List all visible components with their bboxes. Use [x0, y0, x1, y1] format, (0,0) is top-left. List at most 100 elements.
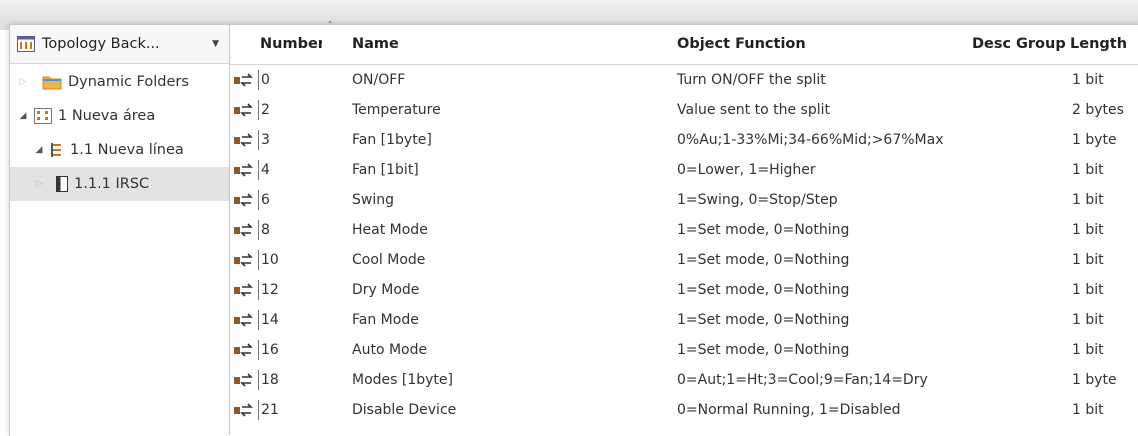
cell-name: Auto Mode — [352, 342, 428, 358]
tree-item-dynamic-folders[interactable]: ▷ Dynamic Folders — [10, 65, 229, 99]
group-objects-table: Number ˄ Name Object Function Descriptio… — [230, 21, 1138, 435]
cell-object-function: 1=Swing, 0=Stop/Step — [677, 192, 838, 208]
cell-length: 1 bit — [1072, 312, 1104, 328]
cell-length: 1 bit — [1072, 192, 1104, 208]
communication-object-icon — [234, 313, 253, 327]
cell-object-function: 0=Lower, 1=Higher — [677, 162, 816, 178]
cell-object-function: 0%Au;1-33%Mi;34-66%Mid;>67%Max — [677, 132, 944, 148]
column-divider — [258, 220, 259, 240]
cell-object-function: 1=Set mode, 0=Nothing — [677, 282, 850, 298]
cell-name: Temperature — [352, 102, 441, 118]
cell-object-function: Turn ON/OFF the split — [677, 72, 826, 88]
table-row[interactable]: 8 Heat Mode 1=Set mode, 0=Nothing 1 bit — [230, 215, 1138, 245]
cell-length: 1 bit — [1072, 342, 1104, 358]
cell-object-function: 1=Set mode, 0=Nothing — [677, 342, 850, 358]
column-header-group-addresses[interactable]: Group Addresses — [1016, 25, 1066, 64]
cell-number: 21 — [261, 402, 279, 418]
communication-object-icon — [234, 133, 253, 147]
table-row[interactable]: 10 Cool Mode 1=Set mode, 0=Nothing 1 bit — [230, 245, 1138, 275]
cell-object-function: 0=Aut;1=Ht;3=Cool;9=Fan;14=Dry — [677, 372, 928, 388]
tree-item-line[interactable]: ◢ 1.1 Nueva línea — [10, 133, 229, 167]
cell-name: Fan Mode — [352, 312, 419, 328]
tree-view-title: Topology Back... — [42, 36, 160, 52]
expand-icon[interactable]: ▷ — [16, 77, 30, 87]
cell-length: 1 bit — [1072, 72, 1104, 88]
table-row[interactable]: 6 Swing 1=Swing, 0=Stop/Step 1 bit — [230, 185, 1138, 215]
cell-name: Fan [1byte] — [352, 132, 432, 148]
table-row[interactable]: 18 Modes [1byte] 0=Aut;1=Ht;3=Cool;9=Fan;1… — [230, 365, 1138, 395]
communication-object-icon — [234, 253, 253, 267]
communication-object-icon — [234, 103, 253, 117]
column-header-name[interactable]: Name — [352, 25, 442, 64]
cell-object-function: Value sent to the split — [677, 102, 830, 118]
column-header-length[interactable]: Length — [1070, 25, 1136, 64]
column-divider — [258, 70, 259, 90]
column-divider — [258, 400, 259, 420]
cell-length: 1 bit — [1072, 402, 1104, 418]
cell-length: 1 bit — [1072, 282, 1104, 298]
cell-object-function: 1=Set mode, 0=Nothing — [677, 222, 850, 238]
cell-length: 1 bit — [1072, 222, 1104, 238]
chevron-down-icon[interactable]: ▼ — [212, 39, 219, 49]
expand-icon[interactable]: ▷ — [32, 179, 46, 189]
column-divider — [258, 280, 259, 300]
column-divider — [258, 190, 259, 210]
cell-number: 3 — [261, 132, 270, 148]
table-row[interactable]: 4 Fan [1bit] 0=Lower, 1=Higher 1 bit — [230, 155, 1138, 185]
table-row[interactable]: 3 Fan [1byte] 0%Au;1-33%Mi;34-66%Mid;>67%M… — [230, 125, 1138, 155]
cell-length: 1 bit — [1072, 252, 1104, 268]
cell-length: 2 bytes — [1072, 102, 1124, 118]
cell-length: 1 byte — [1072, 132, 1117, 148]
tree-item-area[interactable]: ◢ 1 Nueva área — [10, 99, 229, 133]
cell-number: 2 — [261, 102, 270, 118]
cell-name: Cool Mode — [352, 252, 426, 268]
communication-object-icon — [234, 223, 253, 237]
collapse-icon[interactable]: ◢ — [16, 111, 30, 121]
tree-item-label: 1 Nueva área — [58, 108, 156, 124]
table-row[interactable]: 12 Dry Mode 1=Set mode, 0=Nothing 1 bit — [230, 275, 1138, 305]
cell-name: Dry Mode — [352, 282, 420, 298]
cell-length: 1 byte — [1072, 372, 1117, 388]
cell-name: Fan [1bit] — [352, 162, 419, 178]
table-row[interactable]: 0 ON/OFF Turn ON/OFF the split 1 bit — [230, 65, 1138, 95]
cell-name: Modes [1byte] — [352, 372, 453, 388]
area-icon — [34, 108, 52, 124]
cell-number: 0 — [261, 72, 270, 88]
tree-item-label: Dynamic Folders — [68, 74, 189, 90]
column-header-description[interactable]: Description — [972, 25, 1010, 64]
cell-number: 6 — [261, 192, 270, 208]
cell-name: Swing — [352, 192, 394, 208]
tree-view-selector[interactable]: Topology Back... ▼ — [10, 25, 229, 64]
column-divider — [258, 130, 259, 150]
column-divider — [258, 340, 259, 360]
ets-panel: Topology Back... ▼ ▷ Dynamic Folders ◢ 1… — [9, 21, 1138, 436]
communication-object-icon — [234, 193, 253, 207]
communication-object-icon — [234, 403, 253, 417]
column-header-number[interactable]: Number — [260, 25, 322, 64]
communication-object-icon — [234, 163, 253, 177]
cell-number: 16 — [261, 342, 279, 358]
communication-object-icon — [234, 73, 253, 87]
table-row[interactable]: 16 Auto Mode 1=Set mode, 0=Nothing 1 bit — [230, 335, 1138, 365]
tree-item-label: 1.1.1 IRSC — [74, 176, 150, 192]
table-row[interactable]: 21 Disable Device 0=Normal Running, 1=Disa… — [230, 395, 1138, 425]
sort-ascending-icon[interactable]: ˄ — [328, 21, 333, 31]
cell-number: 8 — [261, 222, 270, 238]
communication-object-icon — [234, 283, 253, 297]
cell-number: 18 — [261, 372, 279, 388]
column-header-object-function[interactable]: Object Function — [677, 25, 877, 64]
cell-name: ON/OFF — [352, 72, 406, 88]
table-row[interactable]: 2 Temperature Value sent to the split 2 byt… — [230, 95, 1138, 125]
cell-name: Disable Device — [352, 402, 457, 418]
topology-view-icon — [17, 36, 35, 52]
cell-object-function: 1=Set mode, 0=Nothing — [677, 312, 850, 328]
collapse-icon[interactable]: ◢ — [32, 145, 46, 155]
tree-item-device-irsc[interactable]: ▷ 1.1.1 IRSC — [10, 167, 229, 201]
tree-item-label: 1.1 Nueva línea — [70, 142, 184, 158]
line-icon — [51, 143, 61, 157]
topology-tree: Topology Back... ▼ ▷ Dynamic Folders ◢ 1… — [10, 25, 230, 435]
communication-object-icon — [234, 343, 253, 357]
table-row[interactable]: 14 Fan Mode 1=Set mode, 0=Nothing 1 bit — [230, 305, 1138, 335]
column-divider — [258, 100, 259, 120]
cell-name: Heat Mode — [352, 222, 428, 238]
